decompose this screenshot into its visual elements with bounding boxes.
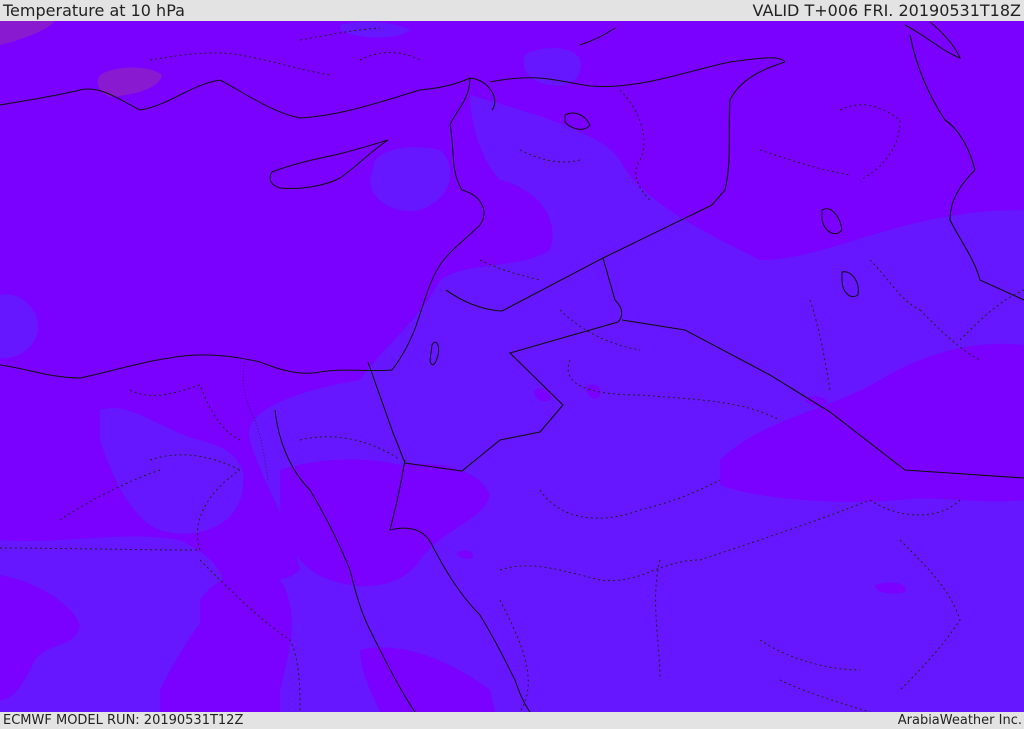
temperature-map[interactable]	[0, 21, 1024, 712]
map-canvas	[0, 21, 1024, 712]
credit-label: ArabiaWeather Inc.	[897, 713, 1022, 728]
footer-bar: ECMWF MODEL RUN: 20190531T12Z ArabiaWeat…	[0, 712, 1024, 729]
header-bar: Temperature at 10 hPa VALID T+006 FRI. 2…	[0, 0, 1024, 21]
map-title: Temperature at 10 hPa	[3, 1, 185, 20]
model-run-label: ECMWF MODEL RUN: 20190531T12Z	[3, 713, 244, 728]
valid-time: VALID T+006 FRI. 20190531T18Z	[752, 1, 1021, 20]
